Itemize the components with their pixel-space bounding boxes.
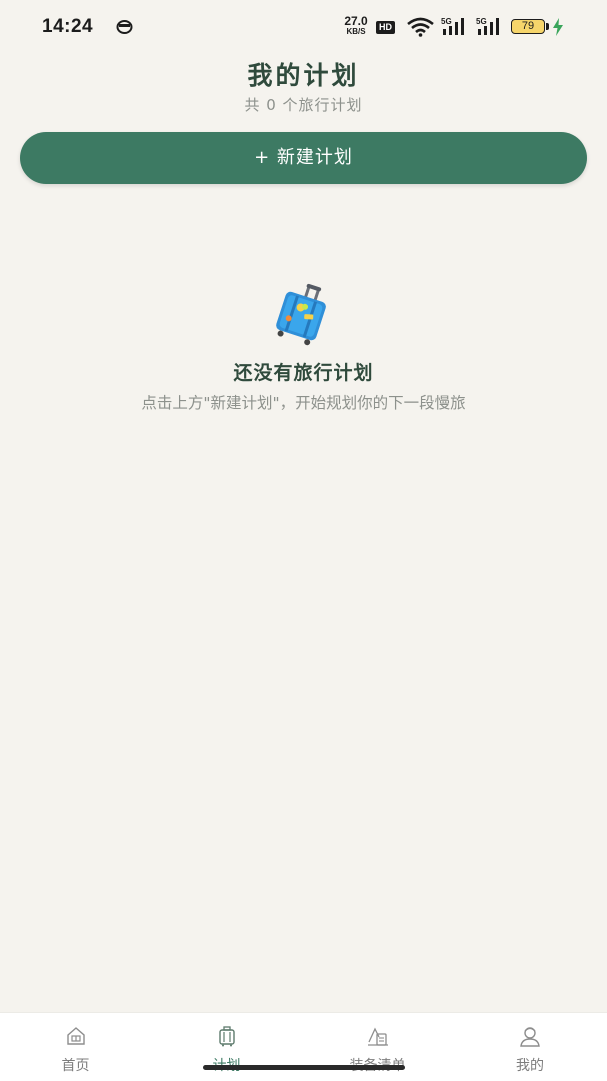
tab-checklist[interactable]: 装备清单 <box>302 1013 453 1081</box>
empty-state-title: 还没有旅行计划 <box>233 362 374 384</box>
tab-home[interactable]: 首页 <box>0 1013 151 1081</box>
checklist-icon <box>367 1027 388 1046</box>
tab-home-label: 首页 <box>61 1058 90 1074</box>
signal-icon: 5G <box>476 17 504 37</box>
hd-badge: HD <box>376 21 395 34</box>
page-title: 我的计划 <box>247 61 360 90</box>
status-time: 14:24 <box>42 16 94 37</box>
tab-bar: 首页 计划 装备清单 我的 <box>0 1012 607 1081</box>
charging-icon <box>553 18 563 36</box>
empty-state-hint: 点击上方"新建计划"，开始规划你的下一段慢旅 <box>141 394 466 412</box>
notification-icon <box>116 20 133 34</box>
tab-profile[interactable]: 我的 <box>453 1013 607 1081</box>
tab-profile-label: 我的 <box>516 1058 544 1074</box>
home-indicator[interactable] <box>203 1065 405 1070</box>
network-speed-unit: KB/S <box>346 27 366 36</box>
tab-plan[interactable]: 计划 <box>151 1013 302 1081</box>
profile-icon <box>520 1027 540 1047</box>
wifi-icon <box>407 17 434 37</box>
battery-tip <box>546 23 549 30</box>
status-bar: 14:24 27.0 KB/S HD 5G 5G 79 <box>0 0 607 56</box>
signal-icon: 5G <box>441 17 469 37</box>
plan-count: 共 0 个旅行计划 <box>244 96 363 114</box>
network-speed-value: 27.0 <box>344 14 368 28</box>
network-speed: 27.0 KB/S <box>341 14 371 36</box>
home-icon <box>66 1027 85 1045</box>
battery-indicator: 79 <box>511 19 545 34</box>
suitcase-icon <box>218 1026 235 1047</box>
new-plan-button[interactable]: + 新建计划 <box>20 132 587 184</box>
suitcase-icon <box>276 283 326 346</box>
